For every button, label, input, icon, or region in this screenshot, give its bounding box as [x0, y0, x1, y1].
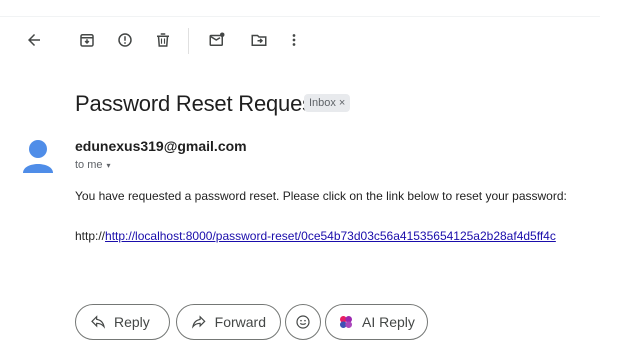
url-prefix: http://	[75, 229, 106, 243]
forward-label: Forward	[214, 314, 266, 330]
email-body-text: You have requested a password reset. Ple…	[75, 189, 567, 203]
remove-label-icon[interactable]: ×	[339, 97, 345, 109]
sender-email[interactable]: edunexus319@gmail.com	[75, 138, 247, 154]
chevron-down-icon: ▾	[106, 160, 111, 170]
more-options-button[interactable]	[282, 28, 306, 52]
archive-button[interactable]	[75, 28, 99, 52]
report-spam-icon	[118, 33, 132, 47]
emoji-reaction-button[interactable]	[285, 304, 321, 340]
label-text: Inbox	[309, 97, 336, 109]
move-to-button[interactable]	[247, 28, 271, 52]
sender-avatar[interactable]	[22, 137, 54, 173]
forward-button[interactable]: Forward	[176, 304, 281, 340]
message-toolbar	[0, 0, 618, 80]
delete-icon	[157, 33, 169, 47]
recipient-label: to me	[75, 159, 103, 171]
forward-icon	[191, 315, 206, 329]
more-options-icon	[292, 34, 296, 46]
inbox-label-chip[interactable]: Inbox ×	[304, 94, 351, 112]
email-subject: Password Reset Request	[75, 91, 319, 116]
toolbar-separator	[188, 28, 189, 54]
archive-icon	[80, 34, 94, 47]
reset-url-line: http://http://localhost:8000/password-re…	[75, 229, 556, 243]
reply-label: Reply	[114, 314, 150, 330]
back-arrow-icon	[28, 34, 40, 46]
reply-button[interactable]: Reply	[75, 304, 170, 340]
report-spam-button[interactable]	[113, 28, 137, 52]
mark-unread-icon	[209, 32, 225, 46]
delete-button[interactable]	[151, 28, 175, 52]
ai-sparkle-icon	[340, 316, 352, 328]
ai-reply-button[interactable]: AI Reply	[325, 304, 428, 340]
recipient-details-toggle[interactable]: to me ▾	[75, 159, 111, 171]
ai-reply-label: AI Reply	[362, 314, 415, 330]
emoji-icon	[296, 315, 310, 329]
reply-icon	[91, 315, 106, 329]
password-reset-link[interactable]: http://localhost:8000/password-reset/0ce…	[105, 229, 556, 243]
mark-unread-button[interactable]	[205, 28, 229, 52]
back-button[interactable]	[22, 28, 46, 52]
move-to-icon	[251, 34, 267, 46]
